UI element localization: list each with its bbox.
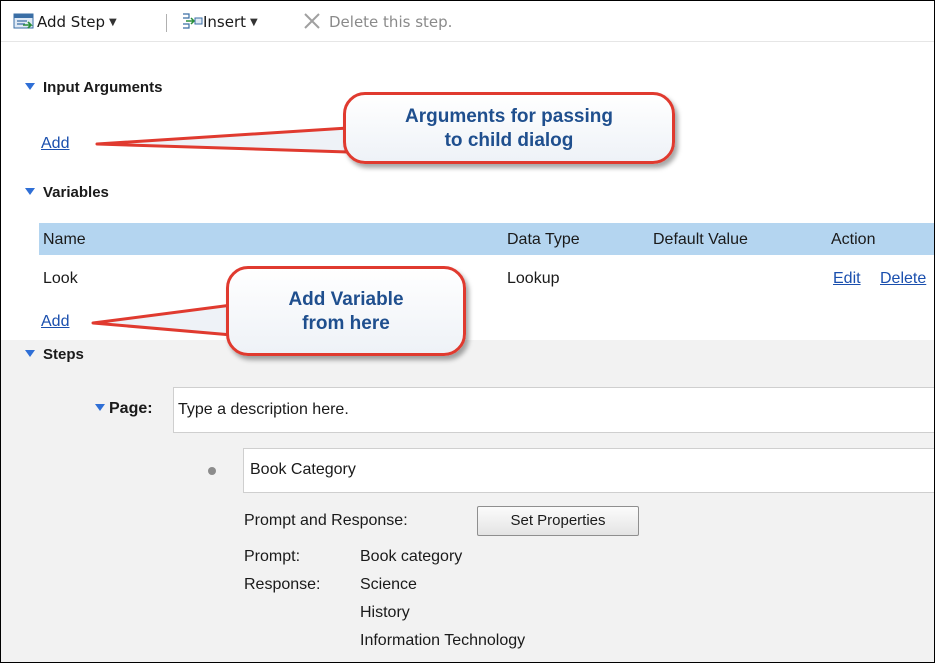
arguments-callout: Arguments for passing to child dialog	[343, 92, 675, 164]
dialog-designer: Add Step ▼ Insert ▼ Delete this step. Inpu…	[0, 0, 935, 663]
callout-line: from here	[302, 313, 390, 334]
callout-line: Add Variable	[288, 289, 404, 310]
callout-line: Arguments for passing	[405, 106, 613, 127]
callout-line: to child dialog	[444, 130, 574, 151]
add-variable-callout: Add Variable from here	[226, 266, 466, 356]
